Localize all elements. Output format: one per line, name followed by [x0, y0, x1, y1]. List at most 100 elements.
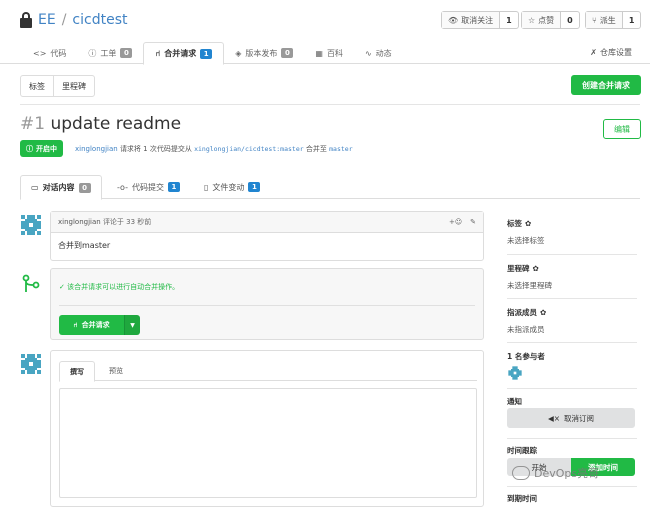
divider — [59, 305, 475, 306]
pencil-icon[interactable]: ✎ — [470, 218, 476, 226]
star-count: 0 — [567, 15, 573, 25]
current-user-avatar[interactable] — [19, 352, 43, 376]
gear-icon: ✿ — [540, 308, 547, 317]
tab-wiki-label: 百科 — [326, 48, 343, 58]
watch-count: 1 — [506, 15, 512, 25]
tab-pull-requests-label: 合并请求 — [164, 49, 197, 58]
pull-request-icon: ⑁ — [155, 49, 161, 58]
tab-activity-label: 动态 — [375, 48, 392, 58]
divider — [507, 342, 637, 343]
tab-issues-label: 工单 — [100, 48, 117, 58]
files-count-badge: 1 — [248, 182, 261, 192]
repo-owner-link[interactable]: EE — [38, 12, 56, 28]
file-icon: ▯ — [204, 182, 209, 192]
sidebar-due-date: 到期时间 — [507, 493, 537, 504]
repo-separator: / — [61, 12, 67, 28]
unwatch-button[interactable]: 👁 取消关注 1 — [441, 11, 519, 29]
notify-title: 通知 — [507, 397, 522, 406]
comment-textarea[interactable] — [59, 388, 477, 498]
comment-time: 评论于 33 秒前 — [102, 218, 152, 226]
tab-preview[interactable]: 预览 — [99, 361, 133, 381]
repo-tabs: <> 代码 ⓘ 工单 0 ⑁ 合并请求 1 ◈ 版本发布 0 ▦ 百科 ∿ 动态 — [22, 42, 403, 65]
repo-settings-link[interactable]: ✗ 仓库设置 — [590, 47, 632, 58]
author-avatar[interactable] — [19, 213, 43, 237]
milestones-button[interactable]: 里程碑 — [53, 76, 94, 96]
divider — [507, 298, 637, 299]
participant-avatar[interactable] — [507, 365, 523, 381]
pull-requests-count-badge: 1 — [200, 48, 213, 59]
tab-activity[interactable]: ∿ 动态 — [354, 42, 403, 64]
mute-icon: ◀× — [547, 413, 561, 423]
tab-write[interactable]: 撰写 — [59, 361, 95, 382]
issue-icon: ⓘ — [88, 48, 97, 58]
issue-subnav: 标签 里程碑 — [20, 75, 95, 97]
tab-commits-label: 代码提交 — [131, 182, 164, 192]
time-tracking-title: 时间跟踪 — [507, 446, 537, 455]
labels-button[interactable]: 标签 — [21, 76, 53, 96]
fork-icon: ⑂ — [592, 15, 597, 25]
merge-button[interactable]: ⑁ 合并请求 — [59, 315, 124, 335]
conversation-count-badge: 0 — [78, 182, 91, 193]
pr-meta-into: 合并至 — [305, 145, 327, 153]
comments-icon: ▭ — [31, 183, 39, 192]
tab-code-label: 代码 — [50, 48, 67, 58]
repo-name-link[interactable]: cicdtest — [72, 12, 127, 28]
sidebar-labels[interactable]: 标签 ✿ 未选择标签 — [507, 218, 545, 246]
tab-files-changed[interactable]: ▯ 文件变动 1 — [194, 175, 270, 199]
divider — [507, 254, 637, 255]
eye-icon: 👁 — [448, 15, 459, 25]
merge-dropdown-button[interactable]: ▼ — [124, 315, 140, 335]
edit-button[interactable]: 编辑 — [603, 119, 641, 139]
wrench-icon: ✗ — [590, 48, 597, 57]
lock-icon — [20, 12, 32, 28]
due-date-title: 到期时间 — [507, 494, 537, 503]
sidebar-assignees[interactable]: 指派成员 ✿ 未指派成员 — [507, 307, 546, 335]
source-branch[interactable]: xinglongjian/cicdtest:master — [194, 145, 304, 153]
tab-commits[interactable]: -o- 代码提交 1 — [107, 175, 190, 199]
gear-icon: ✿ — [532, 264, 539, 273]
tab-releases-label: 版本发布 — [245, 48, 278, 58]
tab-code[interactable]: <> 代码 — [22, 42, 77, 64]
check-icon: ✓ — [59, 283, 65, 291]
unsubscribe-button[interactable]: ◀× 取消订阅 — [507, 408, 635, 428]
tab-releases[interactable]: ◈ 版本发布 0 — [224, 42, 304, 64]
star-button[interactable]: ☆ 点赞 0 — [521, 11, 580, 29]
author-link[interactable]: xinglongjian — [75, 145, 118, 153]
reaction-icon[interactable]: +☺ — [449, 218, 462, 226]
gear-icon: ✿ — [525, 219, 532, 228]
tab-conversation-label: 对话内容 — [42, 183, 75, 192]
tab-issues[interactable]: ⓘ 工单 0 — [77, 42, 143, 64]
commit-icon: -o- — [117, 182, 128, 192]
tab-wiki[interactable]: ▦ 百科 — [304, 42, 354, 64]
labels-title: 标签 — [507, 219, 522, 228]
comment-editor: 撰写 预览 — [50, 350, 484, 507]
tab-pull-requests[interactable]: ⑁ 合并请求 1 — [143, 42, 225, 65]
comment-box: xinglongjian 评论于 33 秒前 +☺ ✎ 合并到master — [50, 211, 484, 261]
pr-title-text: update readme — [50, 114, 182, 134]
divider — [507, 486, 637, 487]
comment-author-link[interactable]: xinglongjian — [58, 218, 101, 226]
sidebar-participants: 1 名参与者 — [507, 351, 545, 362]
unsubscribe-label: 取消订阅 — [564, 413, 595, 423]
watermark-text: DevOps亮哥 — [534, 467, 600, 480]
milestone-title: 里程碑 — [507, 264, 530, 273]
tab-conversation[interactable]: ▭ 对话内容 0 — [20, 175, 102, 200]
divider — [20, 104, 640, 105]
merge-small-icon: ⑁ — [73, 321, 78, 329]
merge-status: ✓ 该合并请求可以进行自动合并操作。 — [59, 282, 179, 292]
activity-icon: ∿ — [364, 48, 372, 58]
divider — [507, 438, 637, 439]
sidebar-milestone[interactable]: 里程碑 ✿ 未选择里程碑 — [507, 263, 552, 291]
merge-box: ✓ 该合并请求可以进行自动合并操作。 ⑁ 合并请求 ▼ — [50, 268, 484, 340]
target-branch[interactable]: master — [329, 145, 352, 153]
wiki-icon: ▦ — [315, 48, 323, 58]
status-text: 开启中 — [36, 144, 57, 153]
info-circle-icon: ⓘ — [26, 144, 33, 153]
merge-button-group: ⑁ 合并请求 ▼ — [59, 315, 140, 335]
create-pull-request-button[interactable]: 创建合并请求 — [571, 75, 641, 95]
fork-button[interactable]: ⑂ 派生 1 — [585, 11, 642, 29]
watermark: DevOps亮哥 — [512, 465, 599, 481]
pr-meta-text: 请求将 1 次代码提交从 — [119, 145, 192, 153]
labels-value: 未选择标签 — [507, 236, 545, 245]
merge-button-label: 合并请求 — [81, 321, 110, 329]
